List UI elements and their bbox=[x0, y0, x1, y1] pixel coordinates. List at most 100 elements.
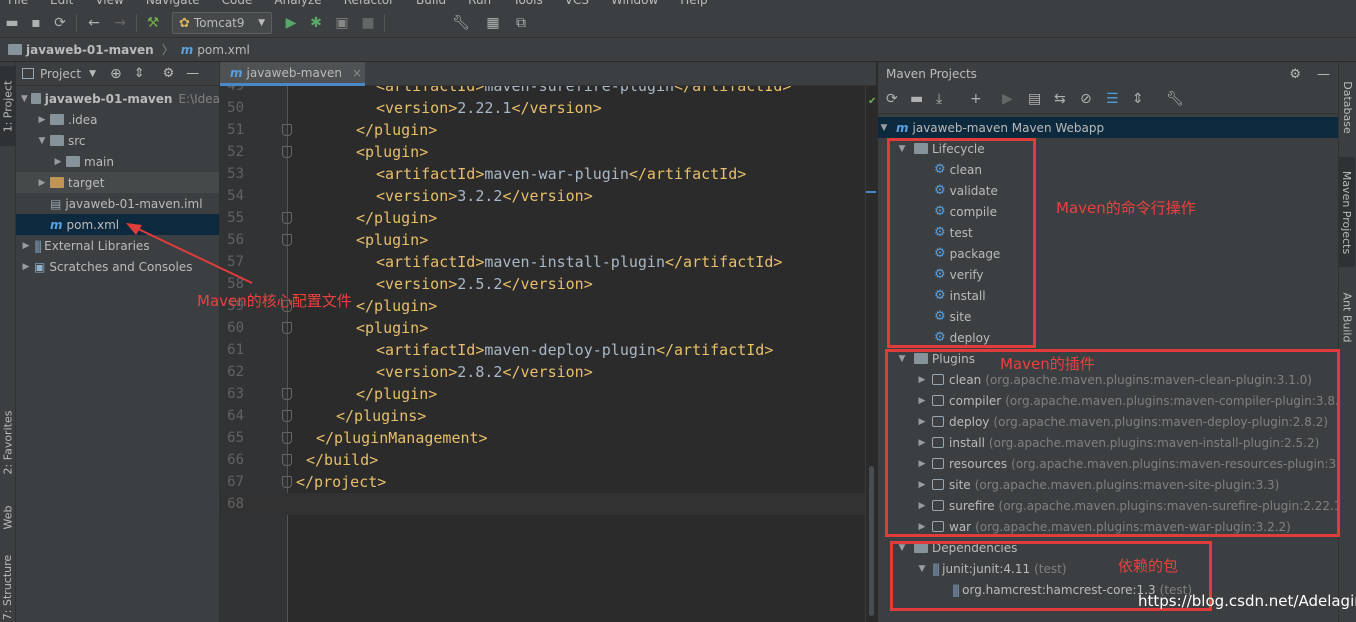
collapse-arrow-icon[interactable]: ▶ bbox=[20, 262, 32, 272]
fold-marker-icon[interactable] bbox=[282, 146, 292, 158]
generate-sources-icon[interactable]: ▬ bbox=[910, 91, 923, 107]
expand-arrow-icon[interactable]: ▼ bbox=[36, 136, 48, 146]
run-icon[interactable]: ▶ bbox=[281, 13, 301, 33]
build-hammer-icon[interactable]: ⚒ bbox=[143, 13, 163, 33]
code-line: 51 </plugin> bbox=[220, 119, 876, 141]
tree-item-javaweb-01-maven[interactable]: ▼ javaweb-01-maven E:\Idea bbox=[16, 88, 219, 109]
tab-favorites[interactable]: 2: Favorites bbox=[0, 397, 16, 487]
menu-item-edit[interactable]: Edit bbox=[50, 0, 73, 7]
maven-root-label: javaweb-maven Maven Webapp bbox=[912, 120, 1105, 135]
editor-scrollbar[interactable]: ✔ bbox=[865, 86, 876, 622]
fold-marker-icon[interactable] bbox=[282, 388, 292, 400]
fold-marker-icon[interactable] bbox=[282, 476, 292, 488]
execute-maven-goal-icon[interactable]: ▤ bbox=[1028, 91, 1041, 107]
fold-marker-icon[interactable] bbox=[282, 322, 292, 334]
project-structure-icon[interactable]: ▦ bbox=[483, 13, 503, 33]
tree-item-target[interactable]: ▶ target bbox=[16, 172, 219, 193]
folder-icon bbox=[50, 135, 64, 146]
forward-icon[interactable]: → bbox=[110, 13, 130, 33]
collapse-arrow-icon[interactable]: ▶ bbox=[20, 241, 32, 251]
expand-arrow-icon[interactable]: ▼ bbox=[878, 123, 890, 133]
collapse-arrow-icon[interactable]: ▶ bbox=[52, 157, 64, 167]
menu-item-view[interactable]: View bbox=[95, 0, 123, 7]
save-icon[interactable]: ▪ bbox=[26, 13, 46, 33]
settings-wrench-icon[interactable]: 🔧︎ bbox=[451, 13, 471, 33]
fold-marker-icon[interactable] bbox=[282, 234, 292, 246]
back-icon[interactable]: ← bbox=[84, 13, 104, 33]
menu-item-tools[interactable]: Tools bbox=[513, 0, 543, 7]
expand-arrow-icon[interactable]: ▼ bbox=[20, 94, 29, 104]
xml-value: 2.22.1 bbox=[457, 99, 512, 117]
download-icon[interactable]: ⤓ bbox=[936, 91, 942, 107]
tab-web[interactable]: Web bbox=[0, 492, 16, 542]
collapse-all-icon[interactable]: ⇕ bbox=[134, 66, 145, 81]
menu-item-code[interactable]: Code bbox=[222, 0, 253, 7]
tree-item-src[interactable]: ▼ src bbox=[16, 130, 219, 151]
tree-item-javaweb-01-maven-iml[interactable]: ▤ javaweb-01-maven.iml bbox=[16, 193, 219, 214]
editor-tab-label: javaweb-maven bbox=[246, 65, 342, 80]
xml-tag: </artifactId> bbox=[665, 253, 783, 271]
tab-database[interactable]: Database bbox=[1339, 72, 1355, 142]
excluded-folder-icon bbox=[50, 177, 64, 188]
tab-structure[interactable]: 7: Structure bbox=[0, 552, 16, 622]
xml-tag: </plugin> bbox=[356, 297, 438, 315]
menu-item-vcs[interactable]: VCS bbox=[565, 0, 589, 7]
tab-maven-projects[interactable]: Maven Projects bbox=[1339, 157, 1355, 267]
tab-pom-xml[interactable]: m javaweb-maven × bbox=[220, 62, 365, 86]
menu-item-analyze[interactable]: Analyze bbox=[274, 0, 321, 7]
toggle-offline-icon[interactable]: ⇆ bbox=[1054, 91, 1066, 107]
tab-ant-build[interactable]: Ant Build bbox=[1339, 277, 1355, 357]
stop-icon[interactable]: ■ bbox=[358, 13, 378, 33]
reimport-icon[interactable]: ⟳ bbox=[886, 91, 898, 107]
breadcrumb-file[interactable]: m pom.xml bbox=[179, 43, 250, 57]
xml-tag: </plugins> bbox=[336, 407, 427, 425]
menu-item-run[interactable]: Run bbox=[468, 0, 491, 7]
add-icon[interactable]: + bbox=[970, 91, 982, 107]
fold-marker-icon[interactable] bbox=[282, 410, 292, 422]
run-goal-icon[interactable]: ▶ bbox=[1002, 91, 1013, 107]
chevron-down-icon[interactable]: ▼ bbox=[89, 69, 96, 79]
breadcrumb-project[interactable]: javaweb-01-maven bbox=[6, 43, 154, 57]
xml-tag: <artifactId> bbox=[376, 86, 485, 95]
xml-value: maven-install-plugin bbox=[484, 253, 665, 271]
coverage-icon[interactable]: ▣ bbox=[332, 13, 352, 33]
menu-item-window[interactable]: Window bbox=[611, 0, 658, 7]
collapse-all-icon[interactable]: ⇕ bbox=[1132, 91, 1144, 107]
run-configuration-dropdown[interactable]: ✿ Tomcat9 ▼ bbox=[172, 12, 272, 34]
gear-icon[interactable]: ⚙ bbox=[163, 66, 175, 81]
line-number: 66 bbox=[227, 452, 244, 468]
locate-file-icon[interactable]: ⊕ bbox=[110, 66, 122, 82]
collapse-arrow-icon[interactable]: ▶ bbox=[36, 178, 48, 188]
menu-item-help[interactable]: Help bbox=[680, 0, 707, 7]
fold-marker-icon[interactable] bbox=[282, 432, 292, 444]
xml-tag: <version> bbox=[376, 275, 458, 293]
project-view-selector[interactable]: Project bbox=[40, 67, 81, 81]
debug-icon[interactable]: ✱ bbox=[306, 13, 326, 33]
close-icon[interactable]: × bbox=[352, 66, 362, 80]
menu-item-build[interactable]: Build bbox=[416, 0, 446, 7]
tree-item--idea[interactable]: ▶ .idea bbox=[16, 109, 219, 130]
gear-icon[interactable]: ⚙ bbox=[1289, 67, 1301, 82]
hide-icon[interactable]: — bbox=[186, 66, 199, 81]
menu-item-navigate[interactable]: Navigate bbox=[146, 0, 200, 7]
dependencies-annotation: 依赖的包 bbox=[1118, 557, 1179, 575]
tree-item-main[interactable]: ▶ main bbox=[16, 151, 219, 172]
fold-marker-icon[interactable] bbox=[282, 212, 292, 224]
maven-settings-icon[interactable]: 🔧︎ bbox=[1166, 91, 1184, 107]
scrollbar-thumb[interactable] bbox=[869, 466, 874, 616]
maven-root-project[interactable]: ▼ m javaweb-maven Maven Webapp bbox=[878, 117, 1338, 138]
code-editor[interactable]: 49 <artifactId>maven-surefire-plugin</art… bbox=[220, 86, 876, 622]
sdk-manager-icon[interactable]: ⧉ bbox=[511, 13, 531, 33]
skip-tests-icon[interactable]: ⊘ bbox=[1080, 91, 1092, 107]
code-content: </plugin> bbox=[356, 119, 437, 141]
fold-marker-icon[interactable] bbox=[282, 454, 292, 466]
hide-icon[interactable]: — bbox=[1317, 67, 1330, 82]
show-dependencies-icon[interactable]: ☰ bbox=[1106, 91, 1119, 107]
menu-item-file[interactable]: File bbox=[8, 0, 28, 7]
collapse-arrow-icon[interactable]: ▶ bbox=[36, 115, 48, 125]
sync-icon[interactable]: ⟳ bbox=[50, 13, 70, 33]
tab-project[interactable]: 1: Project bbox=[0, 66, 16, 146]
menu-item-refactor[interactable]: Refactor bbox=[344, 0, 394, 7]
fold-marker-icon[interactable] bbox=[282, 124, 292, 136]
open-folder-icon[interactable]: ▬ bbox=[2, 13, 22, 33]
